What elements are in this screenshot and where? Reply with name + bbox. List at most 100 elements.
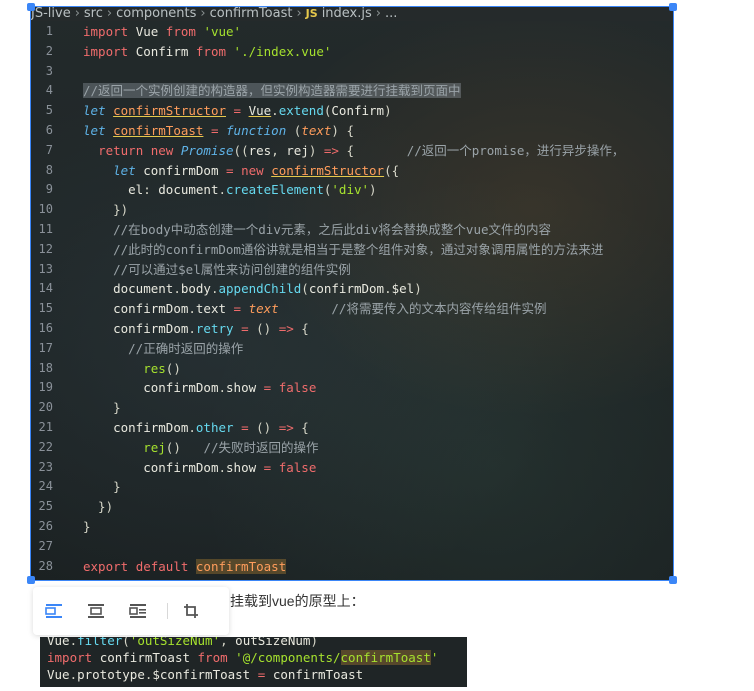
code-line: 1 import Vue from 'vue' (31, 22, 673, 42)
code-text: el: document.createElement('div') (128, 182, 377, 198)
code-text: }) (83, 202, 129, 218)
line-number: 5 (45, 103, 53, 118)
code-text: rej() //失败时返回的操作 (143, 439, 319, 455)
snippet-line: import confirmToast from '@/components/c… (47, 650, 439, 665)
code-text: let confirmToast = function (text) { (83, 122, 354, 138)
breadcrumb-item: src (83, 7, 103, 21)
line-number: 24 (38, 479, 53, 494)
resize-handle-top-right[interactable] (669, 3, 677, 11)
js-file-icon: JS (305, 7, 318, 20)
code-line: 24 } (31, 477, 673, 497)
resize-handle-bottom-right[interactable] (669, 576, 677, 584)
snippet-line: Vue.filter('outSizeNum', outSizeNum) (47, 637, 318, 648)
code-line: 13 //可以通过$el属性来访问创建的组件实例 (31, 260, 673, 280)
line-number: 11 (38, 221, 53, 236)
code-line: 15 confirmDom.text = text //将需要传入的文本内容传给… (31, 299, 673, 319)
code-line: 3 (31, 62, 673, 82)
snippet-line: Vue.prototype.$confirmToast = confirmToa… (47, 667, 364, 682)
code-line: 21 confirmDom.other = () => { (31, 418, 673, 438)
snippet-lines: Vue.filter('outSizeNum', outSizeNum) impo… (40, 637, 467, 683)
code-line: 6 let confirmToast = function (text) { (31, 121, 673, 141)
align-right-icon (129, 604, 146, 618)
code-text: } (83, 479, 121, 495)
code-text: confirmDom.text = text //将需要传入的文本内容传给组件实… (113, 301, 547, 317)
code-line: 2 import Confirm from './index.vue' (31, 42, 673, 62)
resize-handle-bottom-left[interactable] (27, 576, 35, 584)
line-number: 13 (38, 261, 53, 276)
chevron-right-icon: › (375, 7, 381, 21)
code-text: //在body中动态创建一个div元素，之后此div将会替换成整个vue文件的内… (113, 221, 551, 237)
align-left-icon (45, 604, 62, 618)
align-right-button[interactable] (117, 587, 159, 635)
code-line: 5 let confirmStructor = Vue.extend(Confir… (31, 101, 673, 121)
breadcrumb-item: JS-live (31, 7, 71, 21)
code-lines: 1 import Vue from 'vue' 2 import Confirm fr… (31, 22, 673, 576)
code-text: //返回一个实例创建的构造器，但实例构造器需要进行挂载到页面中 (83, 83, 461, 99)
code-text: confirmDom.other = () => { (113, 419, 309, 435)
resize-handle-top-left[interactable] (27, 3, 35, 11)
code-line: 25 }) (31, 497, 673, 517)
line-number: 14 (38, 281, 53, 296)
code-line: 11 //在body中动态创建一个div元素，之后此div将会替换成整个vue文… (31, 220, 673, 240)
line-number: 1 (45, 24, 53, 38)
code-line: 19 confirmDom.show = false (31, 378, 673, 398)
selected-code-image[interactable]: JS-live › src › components › confirmToast › JS in… (27, 3, 677, 584)
line-number: 26 (38, 518, 53, 533)
line-number: 27 (38, 538, 53, 553)
code-line: 16 confirmDom.retry = () => { (31, 319, 673, 339)
toolbar-divider (167, 603, 168, 619)
chevron-right-icon: › (200, 7, 206, 21)
code-text: return new Promise((res, rej) => { //返回一… (98, 142, 625, 158)
code-text: res() (143, 360, 181, 376)
paragraph-text: 挂载到vue的原型上： (230, 593, 365, 609)
line-number: 23 (38, 459, 53, 474)
code-snippet-image: Vue.filter('outSizeNum', outSizeNum) impo… (40, 637, 467, 687)
chevron-right-icon: › (74, 7, 80, 21)
image-toolbar (33, 587, 229, 635)
chevron-right-icon: › (296, 7, 302, 21)
code-line: 9 el: document.createElement('div') (31, 180, 673, 200)
line-number: 25 (38, 499, 53, 514)
code-line: 22 rej() //失败时返回的操作 (31, 438, 673, 458)
code-line: 28 export default confirmToast (31, 557, 673, 577)
line-number: 17 (38, 340, 53, 355)
line-number: 18 (38, 360, 53, 375)
code-text: confirmDom.show = false (143, 459, 317, 475)
line-number: 8 (45, 162, 53, 177)
code-line: 10 }) (31, 200, 673, 220)
code-line: 20 } (31, 398, 673, 418)
line-number: 12 (38, 241, 53, 256)
code-text: } (83, 400, 121, 416)
line-number: 3 (45, 63, 53, 78)
code-text: //可以通过$el属性来访问创建的组件实例 (113, 261, 351, 277)
chevron-right-icon: › (106, 7, 113, 21)
line-number: 19 (38, 380, 53, 395)
line-number: 2 (45, 43, 53, 58)
code-text: confirmDom.show = false (143, 380, 317, 396)
code-text: //此时的confirmDom通俗讲就是相当于是整个组件对象，通过对象调用属性的… (113, 241, 604, 257)
align-left-button[interactable] (33, 587, 75, 635)
code-text: document.body.appendChild(confirmDom.$el… (113, 281, 422, 297)
code-line: 14 document.body.appendChild(confirmDom.… (31, 279, 673, 299)
code-line: 7 return new Promise((res, rej) => { //返… (31, 141, 673, 161)
code-line: 12 //此时的confirmDom通俗讲就是相当于是整个组件对象，通过对象调用… (31, 240, 673, 260)
align-center-icon (88, 604, 104, 618)
line-number: 4 (45, 83, 53, 98)
code-text: let confirmDom = new confirmStructor({ (113, 162, 400, 178)
code-line: 8 let confirmDom = new confirmStructor({ (31, 161, 673, 181)
crop-button[interactable] (176, 587, 206, 635)
code-text: //正确时返回的操作 (128, 340, 244, 356)
line-number: 10 (38, 202, 53, 217)
code-line: 4 //返回一个实例创建的构造器，但实例构造器需要进行挂载到页面中 (31, 81, 673, 101)
breadcrumb-ellipsis: ... (384, 7, 398, 21)
line-number: 6 (45, 122, 53, 137)
line-number: 9 (45, 182, 53, 197)
line-number: 28 (38, 558, 53, 573)
code-text: } (83, 518, 91, 534)
line-number: 15 (38, 301, 53, 316)
align-center-button[interactable] (75, 587, 117, 635)
code-line: 23 confirmDom.show = false (31, 458, 673, 478)
breadcrumb-item: components (116, 7, 197, 21)
line-number: 7 (45, 142, 53, 157)
code-text: }) (83, 499, 114, 515)
